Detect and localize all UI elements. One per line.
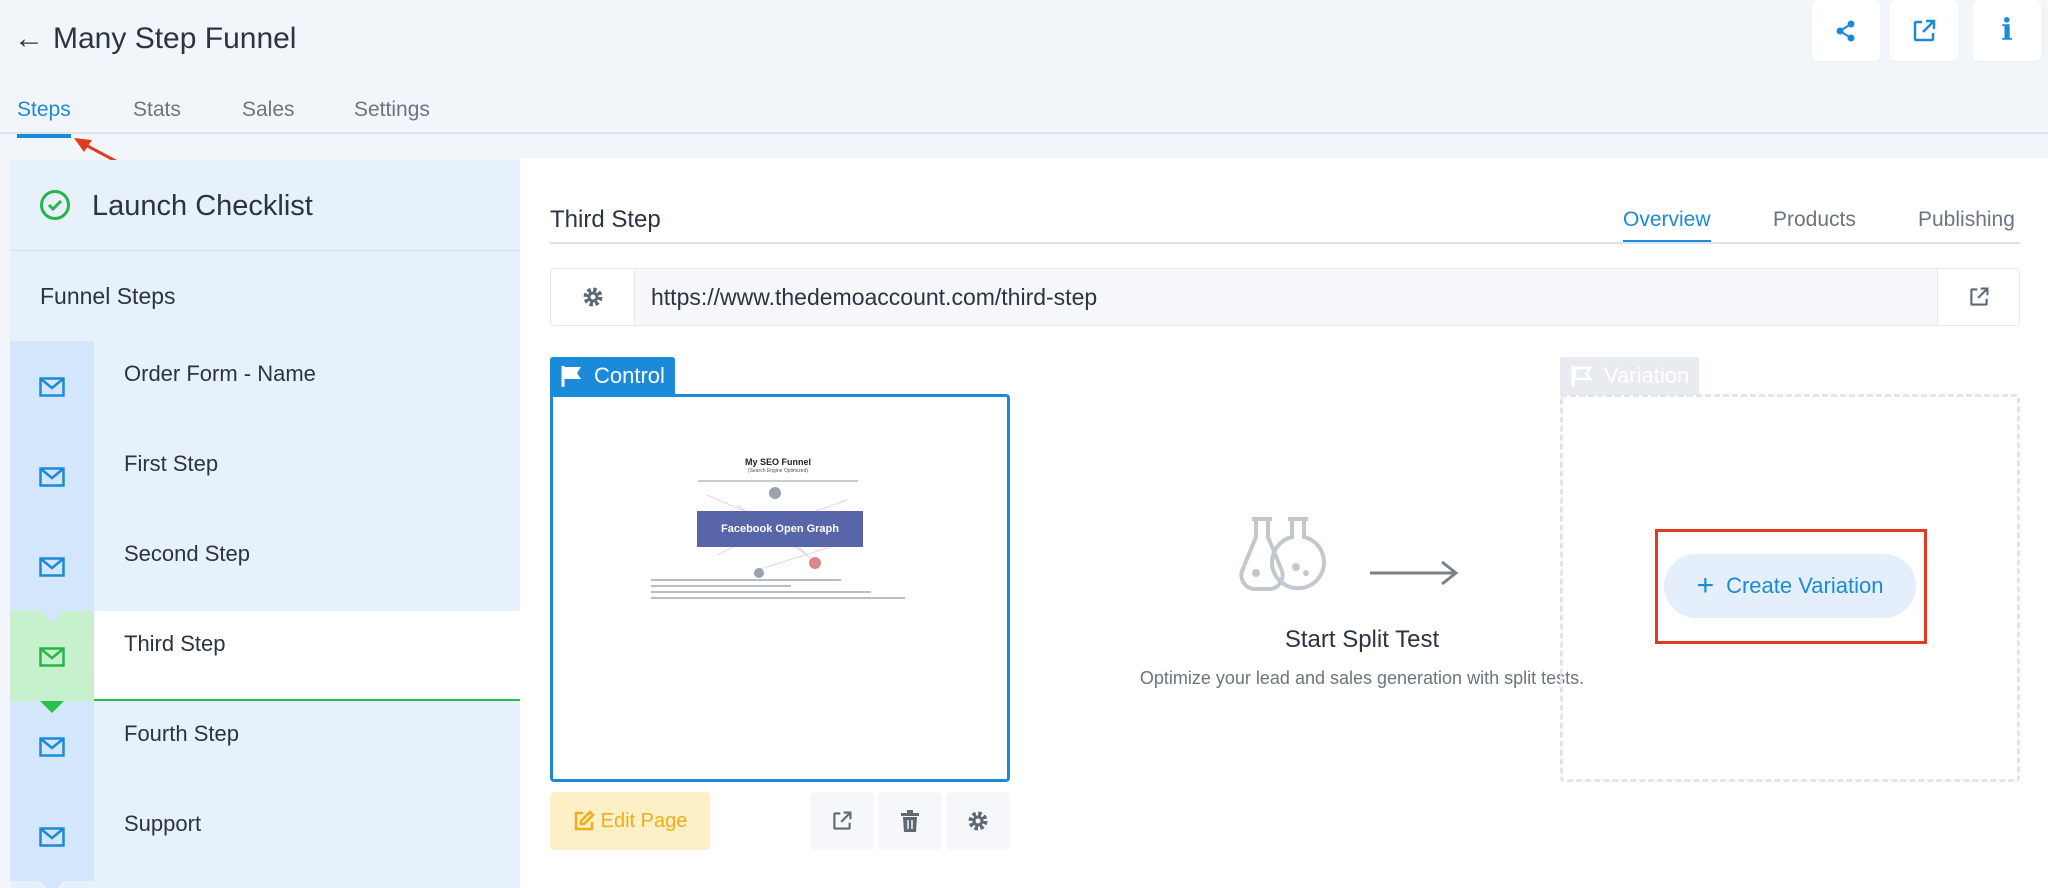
sidebar: Launch Checklist Funnel Steps Order Form… <box>10 160 520 888</box>
open-url-button[interactable] <box>1937 269 2019 325</box>
thumbnail-subtitle: (Search Engine Optimized) <box>747 468 809 474</box>
plus-icon: + <box>1696 569 1715 602</box>
arrow-right-icon <box>1370 560 1459 586</box>
step-title: Third Step <box>550 206 661 233</box>
variation-label: Variation <box>1560 357 1700 395</box>
open-page-button[interactable] <box>810 792 874 850</box>
step-detail-panel: Third Step Overview Products Publishing … <box>520 158 2048 888</box>
funnel-steps-heading: Funnel Steps <box>40 283 176 309</box>
delete-page-button[interactable] <box>878 792 942 850</box>
url-settings-button[interactable] <box>551 269 635 325</box>
launch-checklist[interactable]: Launch Checklist <box>10 160 520 251</box>
create-variation-label: Create Variation <box>1726 573 1884 598</box>
mail-icon <box>39 647 65 667</box>
trash-icon <box>901 810 919 832</box>
share-button[interactable] <box>1812 0 1880 61</box>
page-settings-button[interactable] <box>946 792 1010 850</box>
tab-overview[interactable]: Overview <box>1623 208 1711 243</box>
funnel-step-fourth-step[interactable]: Fourth Step <box>10 701 520 803</box>
page-title: Many Step Funnel <box>53 22 297 55</box>
flag-icon <box>561 366 581 387</box>
thumbnail-url-line <box>698 480 858 482</box>
funnel-step-label: Third Step <box>124 631 226 656</box>
back-arrow-icon[interactable]: ← <box>14 22 44 56</box>
external-link-icon <box>1913 19 1936 41</box>
gear-icon <box>968 811 988 831</box>
page-url[interactable]: https://www.thedemoaccount.com/third-ste… <box>651 284 1097 311</box>
mail-icon <box>39 377 65 397</box>
edit-page-label: Edit Page <box>600 809 688 832</box>
external-link-icon <box>833 811 852 830</box>
funnel-step-label: First Step <box>124 451 219 476</box>
split-test-title: Start Split Test <box>1284 626 1440 653</box>
open-external-button[interactable] <box>1890 0 1958 61</box>
funnel-step-label: Fourth Step <box>124 721 239 746</box>
subtabs-divider <box>550 242 2020 244</box>
split-test-description: Optimize your lead and sales generation … <box>1139 668 1585 688</box>
funnel-step-label: Second Step <box>124 541 250 566</box>
funnel-step-support[interactable]: Support <box>10 791 520 888</box>
info-button[interactable]: i <box>1973 0 2041 61</box>
funnel-nav-tabs: Steps Stats Sales Settings <box>0 98 2048 138</box>
edit-page-button[interactable]: Edit Page <box>550 792 710 850</box>
flag-outline-icon <box>1571 366 1593 387</box>
mail-icon <box>39 467 65 487</box>
control-label-text: Control <box>594 363 665 388</box>
beakers-icon <box>1239 517 1326 591</box>
tab-stats[interactable]: Stats <box>133 98 181 134</box>
tab-settings[interactable]: Settings <box>354 98 430 134</box>
control-label: Control <box>550 357 675 395</box>
mail-icon <box>39 827 65 847</box>
gear-icon <box>583 287 602 307</box>
edit-icon <box>574 810 595 831</box>
create-variation-button[interactable]: + Create Variation <box>1664 554 1916 618</box>
info-icon: i <box>2001 13 2013 48</box>
page-thumbnail: My SEO Funnel (Search Engine Optimized) … <box>651 457 905 607</box>
tab-products[interactable]: Products <box>1773 208 1856 232</box>
share-icon <box>1836 20 1855 41</box>
launch-checklist-label: Launch Checklist <box>92 190 313 222</box>
funnel-step-label: Order Form - Name <box>124 361 316 386</box>
control-page-preview[interactable]: My SEO Funnel (Search Engine Optimized) … <box>550 394 1010 782</box>
funnel-step-order-form-name[interactable]: Order Form - Name <box>10 341 520 443</box>
variation-label-text: Variation <box>1604 363 1690 388</box>
funnel-step-third-step[interactable]: Third Step <box>10 611 520 713</box>
tab-steps[interactable]: Steps <box>17 98 71 138</box>
tab-publishing[interactable]: Publishing <box>1918 208 2015 232</box>
check-circle-icon <box>40 190 70 220</box>
funnel-step-first-step[interactable]: First Step <box>10 431 520 533</box>
mail-icon <box>39 557 65 577</box>
url-bar: https://www.thedemoaccount.com/third-ste… <box>550 268 2020 326</box>
thumbnail-title: My SEO Funnel <box>744 457 811 467</box>
funnel-step-second-step[interactable]: Second Step <box>10 521 520 623</box>
tab-sales[interactable]: Sales <box>242 98 295 134</box>
thumbnail-banner: Facebook Open Graph <box>697 511 863 547</box>
external-link-icon <box>1969 287 1989 306</box>
thumbnail-text-lines <box>651 579 905 607</box>
mail-icon <box>39 737 65 757</box>
funnel-step-label: Support <box>124 811 202 836</box>
